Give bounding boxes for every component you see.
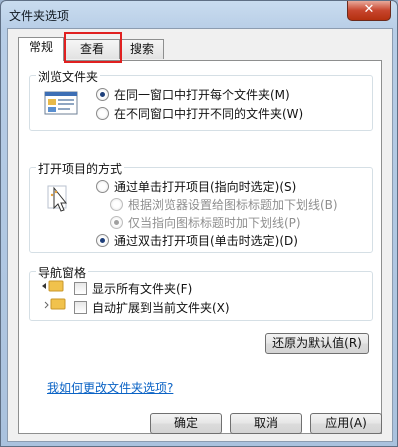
radio-icon (110, 216, 123, 229)
cancel-button[interactable]: 取消 (230, 413, 302, 434)
click-option-label: 通过单击打开项目(指向时选定)(S) (114, 180, 297, 194)
window-title: 文件夹选项 (9, 9, 70, 23)
browse-folders-title: 浏览文件夹 (36, 68, 101, 85)
radio-icon[interactable] (96, 234, 109, 247)
browse-option-label: 在同一窗口中打开每个文件夹(M) (114, 88, 290, 102)
browse-new-window-option[interactable]: 在不同窗口中打开不同的文件夹(W) (96, 105, 303, 123)
underline-on-point-option: 仅当指向图标标题时加下划线(P) (110, 214, 301, 232)
browse-option-label: 在不同窗口中打开不同的文件夹(W) (114, 107, 304, 121)
tab-general[interactable]: 常规 (18, 37, 64, 61)
cursor-click-icon (46, 184, 76, 219)
dialog-client: 常规 查看 搜索 浏览文件夹 在同一窗口中打开每个文件夹(M) 在不同窗口中打开… (7, 28, 393, 442)
underline-browser-option: 根据浏览器设置给图标标题加下划线(B) (110, 196, 338, 214)
show-all-folders-option[interactable]: 显示所有文件夹(F) (74, 280, 192, 298)
checkbox-icon[interactable] (74, 282, 87, 295)
title-bar[interactable]: 文件夹选项 ✕ (1, 1, 397, 27)
single-click-option[interactable]: 通过单击打开项目(指向时选定)(S) (96, 178, 296, 196)
folder-tree-icon (40, 280, 68, 319)
auto-expand-option[interactable]: 自动扩展到当前文件夹(X) (74, 299, 230, 317)
navigation-pane-title: 导航窗格 (36, 264, 89, 281)
browse-folders-icon (44, 90, 78, 119)
ok-button[interactable]: 确定 (150, 413, 222, 434)
radio-icon[interactable] (96, 180, 109, 193)
click-option-label: 根据浏览器设置给图标标题加下划线(B) (128, 198, 338, 212)
help-link[interactable]: 我如何更改文件夹选项? (47, 379, 173, 396)
radio-icon[interactable] (96, 88, 109, 101)
click-items-group: 打开项目的方式 通过单击打开项目(指向时选定)(S) 根据浏览器设置给图标标题加… (29, 160, 373, 253)
click-option-label: 通过双击打开项目(单击时选定)(D) (114, 234, 298, 248)
click-items-title: 打开项目的方式 (36, 160, 125, 177)
general-panel: 浏览文件夹 在同一窗口中打开每个文件夹(M) 在不同窗口中打开不同的文件夹(W)… (18, 60, 382, 434)
radio-icon (110, 198, 123, 211)
click-option-label: 仅当指向图标标题时加下划线(P) (128, 216, 301, 230)
nav-option-label: 自动扩展到当前文件夹(X) (92, 301, 230, 315)
folder-options-window: 文件夹选项 ✕ 常规 查看 搜索 浏览文件夹 在同一窗口中打开每个文件夹(M) … (0, 0, 398, 447)
browse-same-window-option[interactable]: 在同一窗口中打开每个文件夹(M) (96, 86, 290, 104)
tab-search[interactable]: 搜索 (120, 39, 164, 59)
tab-view-highlight (64, 32, 122, 63)
checkbox-icon[interactable] (74, 301, 87, 314)
restore-defaults-button[interactable]: 还原为默认值(R) (265, 333, 369, 354)
nav-option-label: 显示所有文件夹(F) (92, 282, 193, 296)
double-click-option[interactable]: 通过双击打开项目(单击时选定)(D) (96, 232, 298, 250)
close-button[interactable]: ✕ (347, 1, 391, 21)
browse-folders-group: 浏览文件夹 在同一窗口中打开每个文件夹(M) 在不同窗口中打开不同的文件夹(W) (29, 68, 373, 131)
navigation-pane-group: 导航窗格 显示所有文件夹(F) 自动扩展到当前文件夹(X) (29, 264, 373, 321)
radio-icon[interactable] (96, 107, 109, 120)
apply-button[interactable]: 应用(A) (310, 413, 382, 434)
